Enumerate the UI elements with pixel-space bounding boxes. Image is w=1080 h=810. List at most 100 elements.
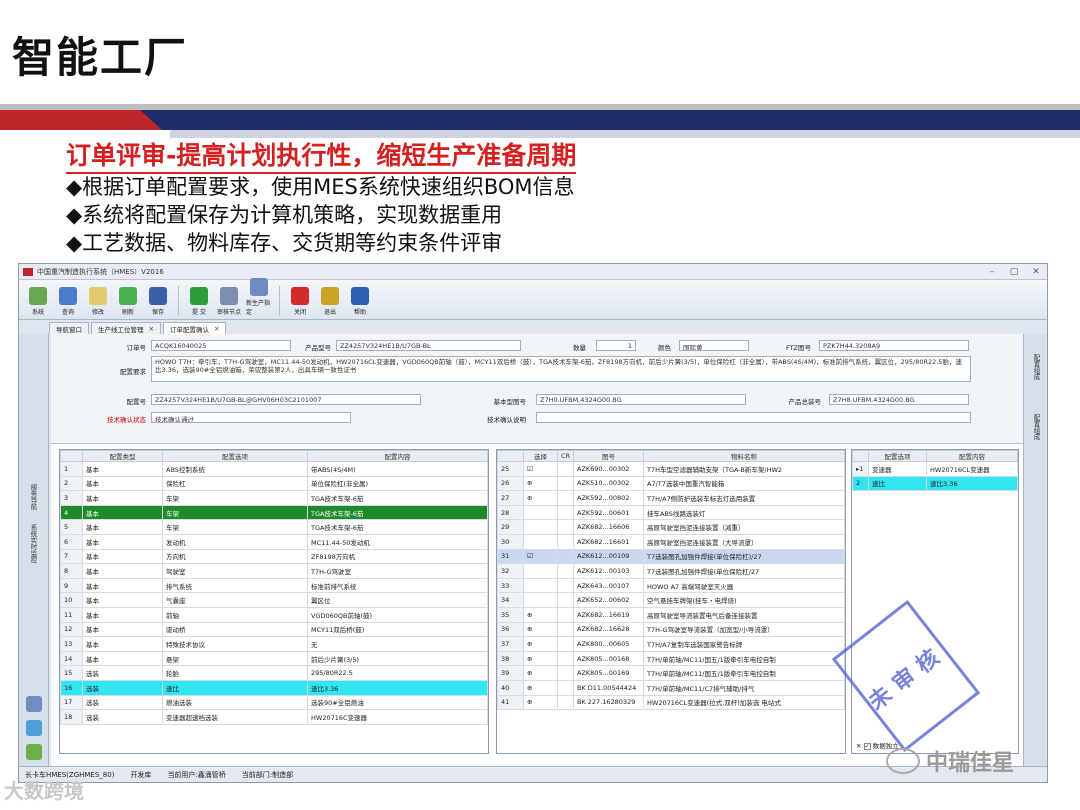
column-header[interactable]: 物料名称 (643, 450, 845, 462)
toolbar-button-6[interactable]: 审核节点 (216, 287, 242, 316)
table-row[interactable]: 26 ⊕ AZK510...00302 A7/T7选装中国重汽智能箱 (497, 475, 845, 492)
right-rail: 配置组成 配置组成 (1023, 334, 1047, 766)
ftz-field[interactable]: PZK7H44.3208A9 (819, 340, 969, 351)
order-no-field[interactable]: ACQK16040025 (151, 340, 291, 351)
table-row[interactable]: 2 基本 保险杠 单位保险杠(非全属) (60, 475, 488, 492)
table-row[interactable]: 7 基本 方向机 ZF8198方向机 (60, 548, 488, 565)
table-cell (523, 563, 558, 579)
column-header[interactable]: 选择 (523, 450, 558, 462)
table-row[interactable]: 16 选装 速比 速比3.36 (60, 679, 488, 696)
table-row[interactable]: 36 ⊕ AZK682...16628 T7H-G驾驶室导流装置（加宽型/小导流罩） (497, 621, 845, 638)
table-row[interactable]: 3 基本 车架 TGA技术车架-6茄 (60, 490, 488, 506)
product-assy-field[interactable]: Z7H8.UFBM.4324G00.BG (829, 394, 969, 405)
table-row[interactable]: 25 ☑ AZK690...00302 T7H车型空滤器辅助支架（TGA-B新车架/H… (497, 461, 845, 477)
minimize-icon[interactable]: – (981, 267, 1003, 277)
table-row[interactable]: 18 选装 变速器超速档选装 HW20716C变速器 (60, 709, 488, 725)
color-field[interactable]: 国际黄 (679, 340, 749, 351)
table-cell: 3 (60, 490, 83, 506)
product-model-field[interactable]: ZZ4257V324HE1B/U7GB-BL (336, 340, 521, 351)
table-row[interactable]: 29 AZK682...16606 高原驾驶室挡泥连接装置（减重） (497, 519, 845, 535)
table-cell (557, 665, 574, 681)
table-row[interactable]: ▸1 变速器 HW20716CL变速器 (852, 461, 1018, 477)
table-cell: ⊕ (523, 694, 558, 711)
column-header[interactable]: 配置选项 (868, 450, 927, 462)
table-row[interactable]: 27 ⊕ AZK592...00802 T7H/A7侧防护选装车标志灯选用装置 (497, 490, 845, 506)
toolbar-button-3[interactable]: 刷新 (115, 287, 141, 316)
toolbar-button-9[interactable]: 退出 (317, 287, 343, 316)
chart-icon[interactable] (26, 720, 42, 736)
table-row[interactable]: 4 基本 车架 TGA技术车架-6茄 (60, 504, 488, 521)
close-window-icon[interactable]: ✕ (1025, 267, 1047, 277)
column-header[interactable]: CR (557, 450, 574, 462)
tech-note-field[interactable] (536, 412, 971, 423)
toolbar-button-2[interactable]: 修改 (85, 287, 111, 316)
table-row[interactable]: 6 基本 发动机 MC11.44-50发动机 (60, 533, 488, 550)
close-tab-icon[interactable]: ✕ (149, 325, 154, 333)
tab-navigation[interactable]: 导航窗口 (49, 322, 89, 334)
table-row[interactable]: 9 基本 排气系统 标准前排气系统 (60, 577, 488, 594)
table-row[interactable]: 38 ⊕ AZK805...00168 T7H/单前轴/MC11/国五/1版牵引车电控… (497, 650, 845, 667)
toolbar-button-5[interactable]: 提 交 (186, 287, 212, 316)
quantity-field[interactable]: 1 (596, 340, 636, 351)
column-header[interactable]: 配置内容 (307, 450, 488, 462)
table-cell: 高原驾驶室挡泥连接装置（大导流罩） (643, 533, 845, 550)
table-row[interactable]: 5 基本 车架 TGA技术车架-6茄 (60, 519, 488, 535)
toolbar-button-4[interactable]: 保存 (145, 287, 171, 316)
table-cell: 前轴 (162, 606, 308, 623)
table-row[interactable]: 39 ⊕ AZK805...00169 T7H/单前轴/MC11/国五/1版牵引车电控… (497, 665, 845, 681)
table-row[interactable]: 34 AZK652...00602 空气悬挂车牌架(挂车・电焊烧) (497, 592, 845, 608)
column-header[interactable] (60, 450, 83, 462)
table-row[interactable]: 35 ⊕ AZK682...16619 高原驾驶室导流装置电气后备连接装置 (497, 606, 845, 623)
maximize-icon[interactable]: ▢ (1003, 267, 1025, 277)
users-icon[interactable] (26, 744, 42, 760)
tab-line-station[interactable]: 生产线工位管理 ✕ (91, 322, 161, 334)
tech-status-field[interactable]: 技术确认通过 (151, 412, 351, 423)
table-cell: 速比 (868, 475, 927, 492)
table-cell: T7选装图孔加强件焊接(单位保险杠/27 (643, 563, 845, 579)
rail-monitor[interactable]: 系统实时监控 (28, 524, 38, 563)
table-row[interactable]: 12 基本 驱动桥 MCY11双后桥(鼓) (60, 621, 488, 638)
table-row[interactable]: 13 基本 特殊技术协议无 (60, 636, 488, 652)
table-row[interactable]: 8 基本 驾驶室 T7H-G驾驶室 (60, 563, 488, 579)
table-row[interactable]: 11 基本 前轴 VGD060QB前轴(鼓) (60, 606, 488, 623)
table-row[interactable]: 40 ⊕ BK D11.00544424 T7H/单前轴/MC11/C7排气辅助/排气 (497, 679, 845, 696)
toolbar-button-8[interactable]: 关闭 (287, 287, 313, 316)
config-no-field[interactable]: ZZ4257V324HE1B/U7GB-BL@GHV06H03C2101007 (151, 394, 421, 405)
table-cell: 空气悬挂车牌架(挂车・电焊烧) (643, 592, 845, 608)
rail-config-2[interactable]: 配置组成 (1031, 414, 1041, 440)
column-header[interactable] (852, 450, 869, 462)
base-drawing-field[interactable]: Z7H0.UFBM.4324G00.BG (536, 394, 746, 405)
column-header[interactable]: 图号 (573, 450, 644, 462)
table-row[interactable]: 41 ⊕ BK 227.16280329 HW20716CL变速器(拉式,双杆)加装选… (497, 694, 845, 711)
product-assy-label: 产品总装号 (788, 398, 822, 406)
column-header[interactable]: 配置类型 (82, 450, 163, 462)
book-icon[interactable] (26, 696, 42, 712)
column-header[interactable] (497, 450, 524, 462)
table-row[interactable]: 14 基本 悬架 前后少片簧(3/5) (60, 650, 488, 667)
rail-service-nav[interactable]: 服务导航 (28, 484, 38, 510)
table-cell: 9 (60, 577, 83, 594)
table-row[interactable]: 32 AZK612...00103 T7选装图孔加强件焊接(单位保险杠/27 (497, 563, 845, 579)
tab-order-config[interactable]: 订单配置确认 ✕ (162, 322, 227, 334)
close-tab-icon[interactable]: ✕ (214, 325, 219, 333)
toolbar-button-0[interactable]: 系统 (25, 287, 51, 316)
table-row[interactable]: 17 选装 燃油选装 选装90#全铝燃油 (60, 694, 488, 711)
column-header[interactable]: 配置内容 (926, 450, 1018, 462)
toolbar-button-7[interactable]: 新生产指定 (246, 278, 272, 316)
table-cell: ⊕ (523, 679, 558, 696)
table-row[interactable]: 1 基本 ABS控制系统 带ABS(4S/4M) (60, 461, 488, 477)
column-header[interactable]: 配置选项 (162, 450, 308, 462)
table-row[interactable]: 30 AZK682...16601 高原驾驶室挡泥连接装置（大导流罩） (497, 533, 845, 550)
config-req-field[interactable]: HOWO T7H：牵引车，T7H-G驾驶室，MC11.44-50发动机，HW20… (151, 356, 971, 382)
rail-config-1[interactable]: 配置组成 (1031, 354, 1041, 380)
table-cell: T7H/单前轴/MC11/国五/1版牵引车电控自制 (643, 650, 845, 667)
toolbar-button-1[interactable]: 查询 (55, 287, 81, 316)
table-row[interactable]: 31 ☑ AZK612...00109 T7选装图孔加强件焊接(单位保险杠)/27 (497, 548, 845, 565)
toolbar-button-10[interactable]: 帮助 (347, 287, 373, 316)
table-row[interactable]: 15 选装 轮胎 295/80R22.5 (60, 665, 488, 681)
table-row[interactable]: 10 基本 气囊座 翼区位 (60, 592, 488, 608)
table-row[interactable]: 37 ⊕ AZK800...00605 T7H/A7复制车选装国家警告标牌 (497, 636, 845, 652)
table-row[interactable]: 2 速比 速比3.36 (852, 475, 1018, 492)
table-row[interactable]: 28 AZK592...00601 挂车ABS线路选装灯 (497, 504, 845, 521)
table-row[interactable]: 33 AZK643...00107 HOWO A7 高端驾驶室灭火器 (497, 577, 845, 594)
